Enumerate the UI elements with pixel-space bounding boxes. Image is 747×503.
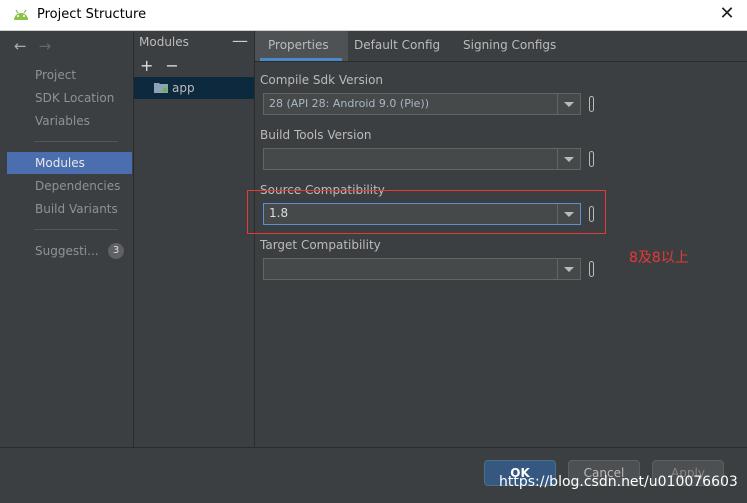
tab-properties[interactable]: Properties	[268, 38, 329, 52]
nav-item-project[interactable]: Project	[0, 64, 132, 86]
back-arrow-icon[interactable]: ←	[14, 37, 27, 55]
annotation-highlight-box	[247, 190, 606, 234]
tab-default-config[interactable]: Default Config	[354, 38, 440, 52]
target-compatibility-label: Target Compatibility	[260, 238, 381, 252]
target-compatibility-combo[interactable]	[263, 258, 581, 280]
module-folder-icon	[154, 83, 168, 93]
left-nav: ← → Project SDK Location Variables Module…	[0, 31, 134, 447]
annotation-note: 8及8以上	[629, 250, 689, 266]
android-logo-icon	[14, 9, 28, 20]
compile-sdk-value: 28 (API 28: Android 9.0 (Pie))	[269, 97, 429, 110]
nav-item-sdk-location[interactable]: SDK Location	[0, 87, 132, 109]
remove-module-icon[interactable]: −	[165, 56, 178, 75]
chevron-down-icon[interactable]	[557, 94, 580, 114]
compile-sdk-combo[interactable]: 28 (API 28: Android 9.0 (Pie))	[263, 93, 581, 115]
title-bar: Project Structure ✕	[0, 0, 747, 31]
nav-divider	[34, 229, 118, 230]
variable-toggle-icon[interactable]	[589, 151, 594, 167]
close-icon[interactable]: ✕	[717, 4, 737, 24]
nav-arrows: ← →	[14, 37, 51, 55]
modules-panel: Modules — + − app	[134, 31, 255, 447]
build-tools-label: Build Tools Version	[260, 128, 372, 142]
module-item-app[interactable]: app	[134, 77, 254, 99]
suggestions-count-badge: 3	[108, 243, 124, 259]
build-tools-combo[interactable]	[263, 148, 581, 170]
variable-toggle-icon[interactable]	[589, 261, 594, 277]
compile-sdk-label: Compile Sdk Version	[260, 73, 384, 87]
nav-item-suggestions[interactable]: Suggesti... 3	[0, 240, 132, 262]
chevron-down-icon[interactable]	[557, 149, 580, 169]
active-tab-indicator	[260, 58, 342, 61]
forward-arrow-icon[interactable]: →	[39, 37, 52, 55]
nav-item-build-variants[interactable]: Build Variants	[0, 198, 132, 220]
tab-bar: Properties Default Config Signing Config…	[255, 31, 747, 62]
modules-toolbar: + −	[140, 56, 179, 75]
nav-item-suggestions-label: Suggesti...	[35, 244, 99, 258]
add-module-icon[interactable]: +	[140, 56, 153, 75]
nav-item-variables[interactable]: Variables	[0, 110, 132, 132]
collapse-icon[interactable]: —	[232, 31, 248, 50]
nav-divider	[34, 141, 118, 142]
watermark-text: https://blog.csdn.net/u010076603	[499, 474, 738, 490]
chevron-down-icon[interactable]	[557, 259, 580, 279]
nav-item-modules[interactable]: Modules	[7, 152, 132, 174]
modules-header: Modules	[139, 35, 189, 49]
properties-area: Properties Default Config Signing Config…	[255, 31, 747, 447]
window-title: Project Structure	[37, 7, 147, 22]
variable-toggle-icon[interactable]	[589, 96, 594, 112]
nav-item-dependencies[interactable]: Dependencies	[0, 175, 132, 197]
module-item-label: app	[172, 81, 195, 95]
tab-signing-configs[interactable]: Signing Configs	[463, 38, 556, 52]
